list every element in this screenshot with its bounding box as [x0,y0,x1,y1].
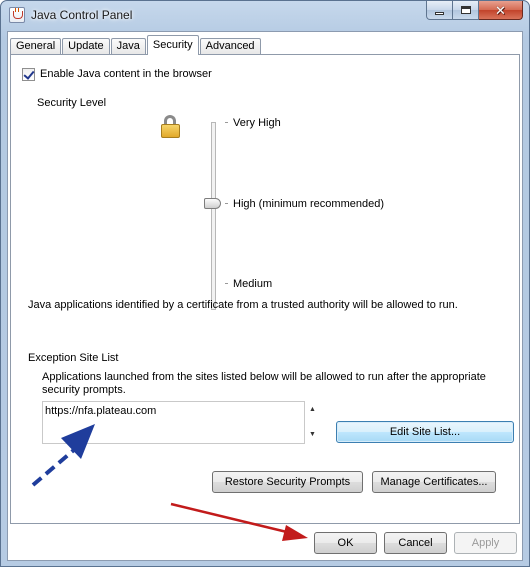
security-level-description: Java applications identified by a certif… [28,299,458,311]
site-list-scrollbar[interactable]: ▲ ▼ [305,401,322,444]
edit-site-list-label: Edit Site List... [389,426,461,438]
scroll-down-icon[interactable]: ▼ [309,431,316,438]
restore-security-prompts-label: Restore Security Prompts [224,476,351,488]
cancel-label: Cancel [398,537,433,549]
lock-icon [160,115,182,139]
tab-advanced[interactable]: Advanced [199,38,261,55]
slider-tick-very-high [225,122,228,123]
window-title: Java Control Panel [31,8,133,22]
restore-security-prompts-button[interactable]: Restore Security Prompts [212,471,363,493]
close-icon: ✕ [495,2,506,18]
exception-description-line1: Applications launched from the sites lis… [42,371,486,383]
apply-button[interactable]: Apply [454,532,517,554]
java-icon [9,7,25,23]
java-control-panel-window: Java Control Panel ✕ General Update Java… [0,0,530,567]
maximize-button[interactable] [453,1,479,20]
security-tab-panel: Enable Java content in the browser Secur… [10,54,520,524]
level-high[interactable]: High (minimum recommended) [233,198,384,210]
maximize-icon [460,6,471,14]
tab-general[interactable]: General [10,38,62,55]
cancel-button[interactable]: Cancel [384,532,447,554]
enable-java-label[interactable]: Enable Java content in the browser [40,68,212,80]
slider-tick-high [225,203,228,204]
manage-certificates-button[interactable]: Manage Certificates... [372,471,496,493]
security-level-slider-thumb[interactable] [204,198,221,209]
slider-tick-medium [225,283,228,284]
tab-security[interactable]: Security [146,35,199,55]
tab-update[interactable]: Update [62,38,110,55]
apply-label: Apply [471,537,500,549]
enable-java-checkbox[interactable] [22,68,35,81]
window-controls: ✕ [426,1,523,20]
close-button[interactable]: ✕ [479,1,523,20]
manage-certificates-label: Manage Certificates... [380,476,488,488]
dialog-client-area: General Update Java Security Advanced En… [7,31,523,561]
exception-description-line2: security prompts. [42,384,126,396]
site-list-item: https://nfa.plateau.com [45,405,157,417]
security-level-heading: Security Level [37,97,107,109]
tab-strip: General Update Java Security Advanced [10,35,262,55]
security-level-slider-track[interactable] [211,122,216,310]
level-medium[interactable]: Medium [233,278,272,290]
ok-label: OK [337,537,354,549]
level-very-high[interactable]: Very High [233,117,281,129]
edit-site-list-button[interactable]: Edit Site List... [336,421,514,443]
tab-java[interactable]: Java [110,38,146,55]
exception-site-list[interactable]: https://nfa.plateau.com [42,401,305,444]
scroll-up-icon[interactable]: ▲ [309,406,316,413]
ok-button[interactable]: OK [314,532,377,554]
title-bar[interactable]: Java Control Panel ✕ [1,1,529,31]
exception-site-list-heading: Exception Site List [28,352,119,364]
minimize-button[interactable] [426,1,453,20]
minimize-icon [435,11,444,15]
